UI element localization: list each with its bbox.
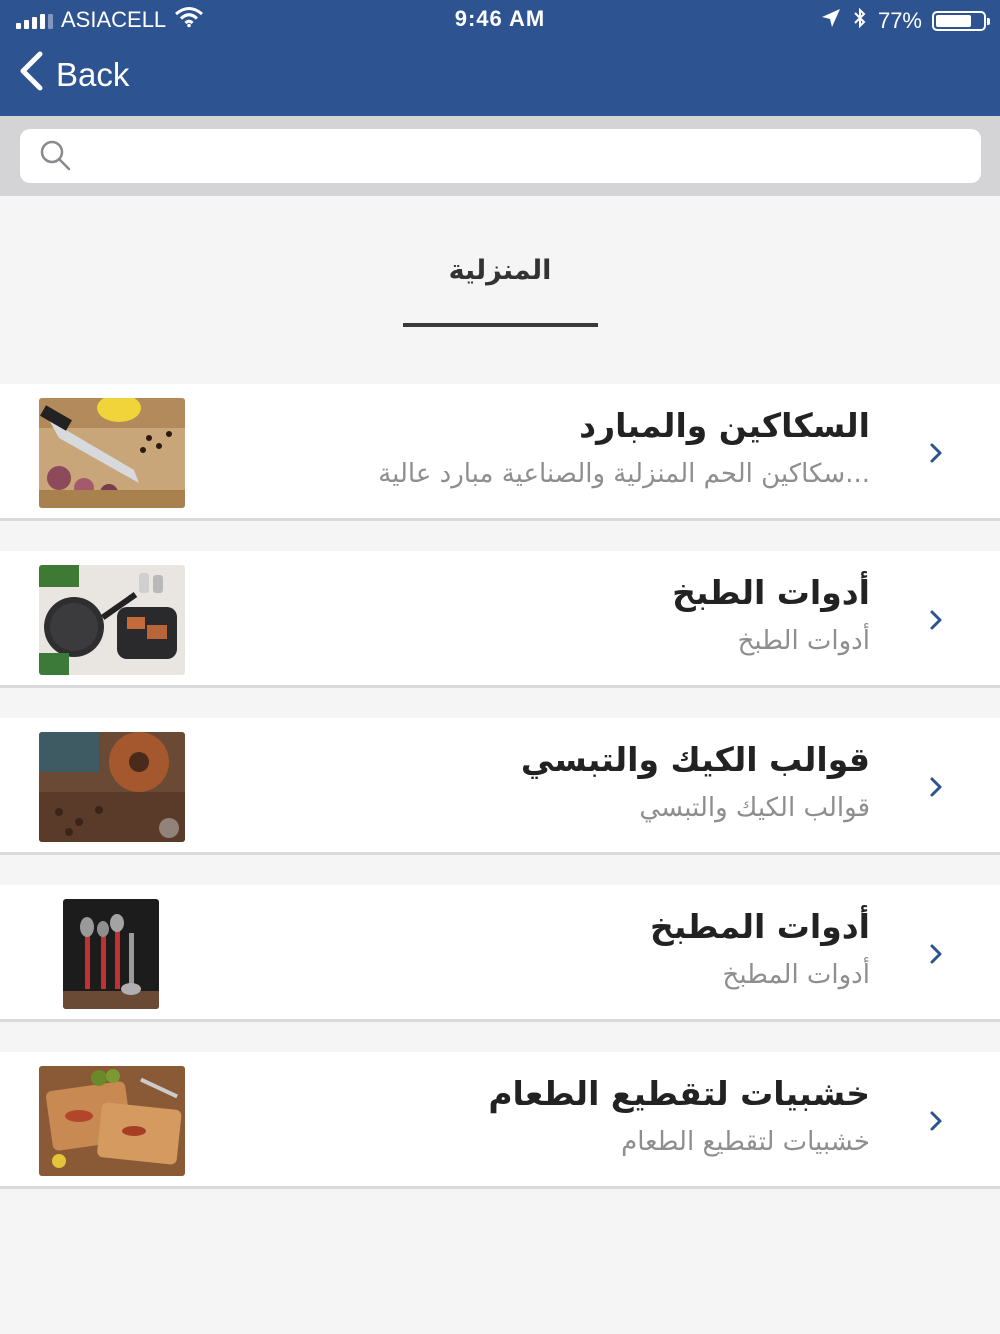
chevron-right-icon — [924, 605, 948, 635]
battery-percent: 77% — [877, 8, 922, 33]
chevron-right-icon — [924, 939, 948, 969]
category-row-cookware[interactable]: أدوات الطبخ أدوات الطبخ — [0, 551, 1000, 688]
row-title: خشبيات لتقطيع الطعام — [488, 1074, 870, 1113]
search-box[interactable] — [20, 129, 981, 183]
row-subtitle: ...سكاكين الحم المنزلية والصناعية مبارد … — [378, 459, 870, 489]
location-arrow-icon — [820, 7, 842, 35]
search-input[interactable] — [82, 135, 981, 177]
top-bar: ASIACELL 9:46 AM 77% Back — [0, 0, 1000, 116]
chevron-right-icon — [924, 438, 948, 468]
back-chevron-icon — [18, 51, 44, 99]
row-subtitle: أدوات المطبخ — [722, 960, 870, 990]
category-row-cake-molds[interactable]: قوالب الكيك والتبسي قوالب الكيك والتبسي — [0, 718, 1000, 855]
section-title-underline — [403, 323, 598, 327]
row-subtitle: أدوات الطبخ — [737, 626, 870, 656]
row-title: السكاكين والمبارد — [579, 406, 870, 445]
back-button[interactable]: Back — [18, 51, 130, 99]
bluetooth-icon — [852, 6, 868, 36]
row-title: قوالب الكيك والتبسي — [520, 740, 870, 779]
knives-thumbnail — [39, 398, 185, 508]
status-bar: ASIACELL 9:46 AM 77% — [0, 0, 1000, 38]
chevron-right-icon — [924, 1106, 948, 1136]
cookware-thumbnail — [39, 565, 185, 675]
row-title: أدوات المطبخ — [650, 907, 870, 946]
row-subtitle: خشبيات لتقطيع الطعام — [621, 1127, 870, 1157]
cake-molds-thumbnail — [39, 732, 185, 842]
category-row-knives[interactable]: السكاكين والمبارد ...سكاكين الحم المنزلي… — [0, 384, 1000, 521]
search-bar-area — [0, 116, 1000, 196]
row-title: أدوات الطبخ — [672, 573, 870, 612]
back-label: Back — [56, 56, 130, 93]
section-title: المنزلية — [448, 255, 552, 286]
cutting-boards-thumbnail — [39, 1066, 185, 1176]
battery-icon — [932, 11, 990, 31]
search-icon — [38, 138, 74, 174]
category-row-cutting-boards[interactable]: خشبيات لتقطيع الطعام خشبيات لتقطيع الطعا… — [0, 1052, 1000, 1189]
chevron-right-icon — [924, 772, 948, 802]
kitchen-tools-thumbnail — [63, 899, 159, 1009]
category-row-kitchen-tools[interactable]: أدوات المطبخ أدوات المطبخ — [0, 885, 1000, 1022]
row-subtitle: قوالب الكيك والتبسي — [639, 793, 870, 823]
